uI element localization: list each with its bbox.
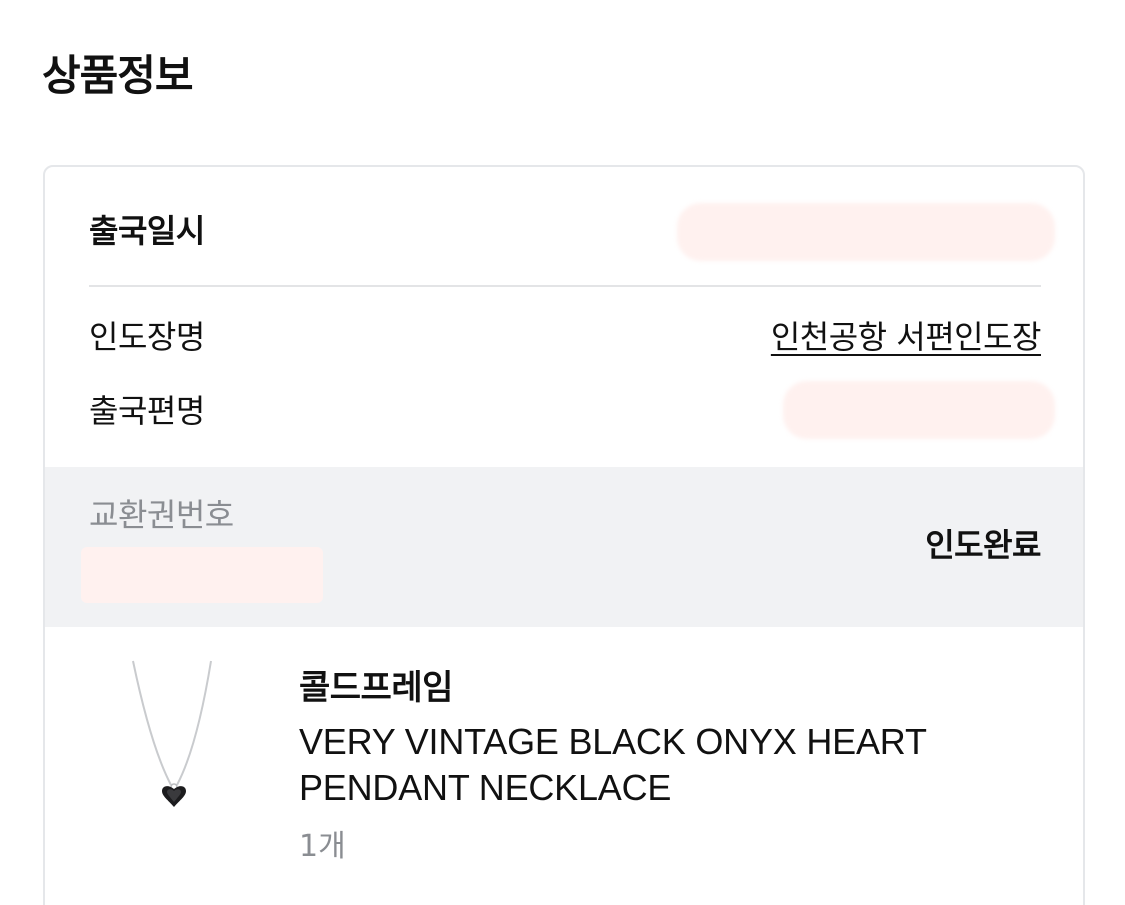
delivery-status: 인도완료 (925, 526, 1041, 564)
voucher-number-redacted (81, 547, 323, 603)
product-info-page: 상품정보 출국일시 인도장명 인천공항 서편인도장 출국편명 교환권번호 인도완… (0, 0, 1125, 905)
flight-value-redacted (783, 381, 1055, 439)
departure-label: 출국일시 (89, 212, 205, 250)
pickup-place-label: 인도장명 (89, 318, 205, 356)
product-info-card: 출국일시 인도장명 인천공항 서편인도장 출국편명 교환권번호 인도완료 콜드프… (43, 165, 1085, 905)
section-title: 상품정보 (42, 51, 194, 100)
product-brand: 콜드프레임 (299, 668, 453, 708)
pickup-place-row: 인도장명 인천공항 서편인도장 (89, 315, 1042, 359)
divider (89, 285, 1041, 287)
departure-value-redacted (677, 203, 1055, 261)
product-name: VERY VINTAGE BLACK ONYX HEART PENDANT NE… (299, 721, 927, 808)
pickup-place-link[interactable]: 인천공항 서편인도장 (771, 315, 1042, 359)
product-item[interactable]: 콜드프레임 VERY VINTAGE BLACK ONYX HEART PEND… (45, 627, 1083, 905)
necklace-pendant-icon (132, 660, 212, 807)
flight-label: 출국편명 (89, 392, 205, 430)
voucher-label: 교환권번호 (89, 496, 234, 534)
product-quantity: 1개 (299, 829, 346, 864)
voucher-section: 교환권번호 인도완료 (45, 467, 1083, 627)
